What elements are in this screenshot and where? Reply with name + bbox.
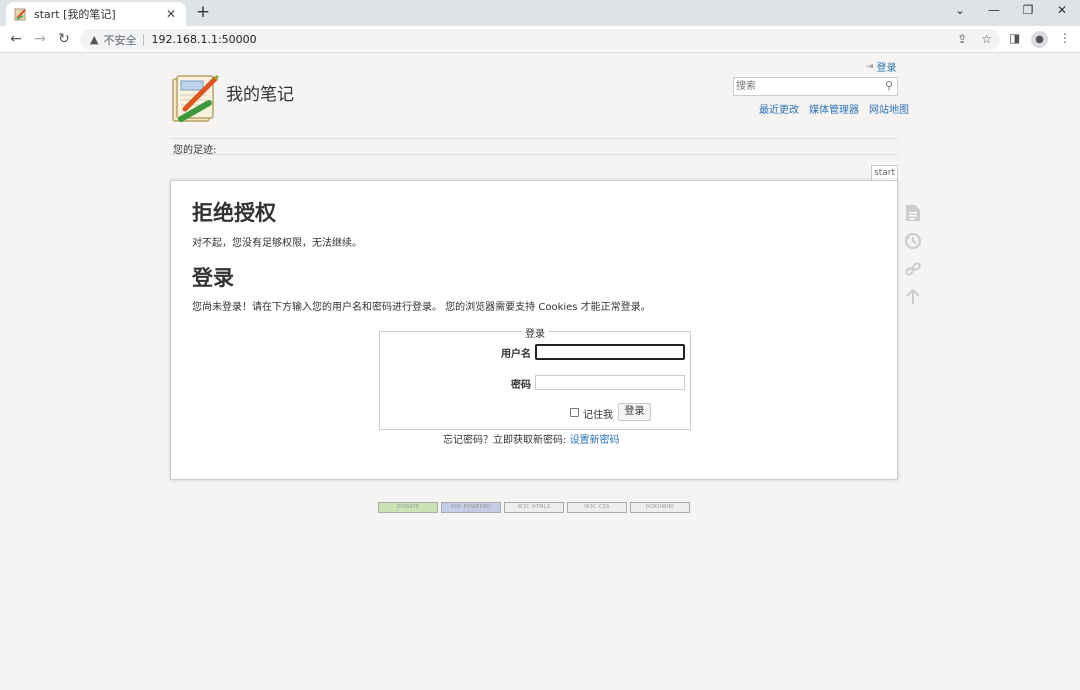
site-title[interactable]: 我的笔记	[226, 80, 294, 105]
login-icon: ⇥	[866, 61, 874, 72]
old-revisions-icon[interactable]	[903, 231, 923, 251]
recent-changes-link[interactable]: 最近更改	[759, 101, 799, 116]
browser-tab[interactable]: start [我的笔记] ✕	[6, 2, 186, 26]
remember-me-checkbox[interactable]	[570, 408, 579, 417]
login-heading: 登录	[192, 266, 234, 290]
search-box: ⚲	[733, 77, 898, 96]
back-to-top-icon[interactable]	[903, 287, 923, 307]
show-page-icon[interactable]	[903, 203, 923, 223]
denied-message: 对不起，您没有足够权限，无法继续。	[192, 238, 362, 249]
login-link[interactable]: ⇥ 登录	[866, 59, 897, 75]
url-text: 192.168.1.1:50000	[151, 33, 257, 46]
sitemap-link[interactable]: 网站地图	[869, 101, 909, 116]
footer-badges: DONATE PHP POWERED W3C HTML5 W3C CSS DOK…	[378, 502, 690, 513]
warning-icon: ▲	[90, 33, 99, 46]
dokuwiki-page: ⇥ 登录 我的笔记 ⚲ 最近更改 媒体管理器 网站地图 您的足迹: start …	[0, 53, 1080, 690]
username-input[interactable]	[535, 344, 685, 360]
backlinks-icon[interactable]	[903, 259, 923, 279]
forgot-password-text: 忘记密码？立即获取新密码:	[443, 435, 570, 446]
forgot-password-line: 忘记密码？立即获取新密码: 设置新密码	[443, 431, 620, 446]
side-panel-icon[interactable]: ◨	[1009, 31, 1020, 45]
tab-close-icon[interactable]: ✕	[164, 7, 178, 21]
search-icon[interactable]: ⚲	[885, 79, 893, 92]
search-input[interactable]	[734, 78, 874, 95]
remember-me-label[interactable]: 记住我	[583, 406, 613, 421]
username-label: 用户名	[501, 349, 531, 360]
new-tab-icon[interactable]: +	[194, 4, 212, 22]
window-close-icon[interactable]: ✕	[1050, 3, 1074, 17]
menu-icon[interactable]: ⋮	[1059, 31, 1071, 45]
share-icon[interactable]: ⇪	[957, 32, 967, 46]
forward-icon[interactable]: →	[30, 30, 50, 50]
login-submit-button[interactable]: 登录	[618, 403, 651, 421]
login-form-legend: 登录	[522, 325, 548, 340]
donate-badge[interactable]: DONATE	[378, 502, 438, 513]
password-input[interactable]	[535, 375, 685, 390]
browser-tab-strip: start [我的笔记] ✕ + ⌄ — ❐ ✕	[0, 0, 1080, 26]
w3c-html5-badge[interactable]: W3C HTML5	[504, 502, 564, 513]
restore-icon[interactable]: ❐	[1016, 3, 1040, 17]
tab-search-chevron-icon[interactable]: ⌄	[948, 3, 972, 17]
breadcrumb: 您的足迹:	[170, 138, 898, 156]
insecure-label: 不安全	[103, 33, 137, 47]
minimize-icon[interactable]: —	[982, 3, 1006, 17]
site-tools: 最近更改 媒体管理器 网站地图	[759, 101, 909, 116]
password-label: 密码	[511, 380, 531, 391]
page-tools	[903, 203, 923, 315]
dokuwiki-logo[interactable]	[169, 73, 221, 125]
address-bar[interactable]: ▲ 不安全 192.168.1.1:50000 ⇪ ☆	[80, 29, 1000, 50]
main-content: 拒绝授权 对不起，您没有足够权限，无法继续。 登录 您尚未登录！请在下方输入您的…	[170, 180, 898, 480]
browser-toolbar: ← → ↻ ▲ 不安全 192.168.1.1:50000 ⇪ ☆ ◨ ⋮	[0, 26, 1080, 53]
tab-title: start [我的笔记]	[34, 8, 116, 21]
bookmark-star-icon[interactable]: ☆	[981, 32, 992, 46]
profile-avatar-icon[interactable]: ●	[1031, 31, 1048, 48]
w3c-css-badge[interactable]: W3C CSS	[567, 502, 627, 513]
dokuwiki-favicon-icon	[14, 7, 28, 21]
login-message: 您尚未登录！请在下方输入您的用户名和密码进行登录。 您的浏览器需要支持 Cook…	[192, 302, 651, 313]
reset-password-link[interactable]: 设置新密码	[570, 435, 620, 446]
address-separator	[143, 33, 145, 46]
login-form: 登录 用户名 密码 记住我 登录	[379, 325, 691, 430]
dokuwiki-badge[interactable]: DOKUWIKI	[630, 502, 690, 513]
back-icon[interactable]: ←	[6, 30, 26, 50]
media-manager-link[interactable]: 媒体管理器	[809, 101, 859, 116]
reload-icon[interactable]: ↻	[54, 30, 74, 50]
php-powered-badge[interactable]: PHP POWERED	[441, 502, 501, 513]
breadcrumb-label: 您的足迹:	[173, 145, 217, 156]
denied-heading: 拒绝授权	[192, 201, 276, 225]
login-link-label: 登录	[876, 63, 897, 74]
